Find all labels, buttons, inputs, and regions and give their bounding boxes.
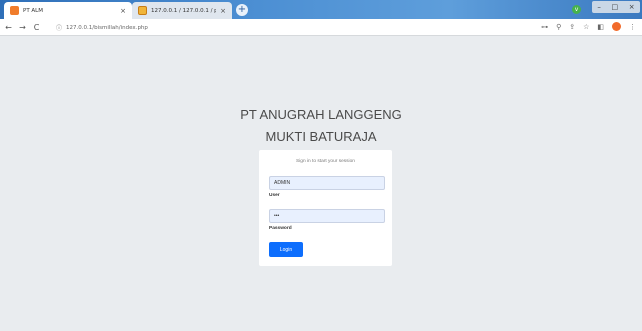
tab-phpmyadmin[interactable]: 127.0.0.1 / 127.0.0.1 / penjualan × bbox=[132, 2, 232, 19]
reload-icon[interactable]: C bbox=[31, 23, 42, 32]
login-button[interactable]: Login bbox=[269, 242, 303, 257]
close-window-icon[interactable]: × bbox=[629, 3, 635, 11]
menu-kebab-icon[interactable]: ⋮ bbox=[629, 23, 636, 31]
key-icon[interactable]: ⊶ bbox=[541, 23, 548, 31]
password-input[interactable] bbox=[269, 209, 385, 223]
login-card: Sign in to start your session User Passw… bbox=[259, 150, 392, 266]
window-controls: – □ × bbox=[592, 1, 640, 13]
browser-tab-strip: PT ALM × 127.0.0.1 / 127.0.0.1 / penjual… bbox=[0, 0, 642, 19]
tab-title: 127.0.0.1 / 127.0.0.1 / penjualan bbox=[151, 7, 216, 14]
username-input[interactable] bbox=[269, 176, 385, 190]
site-favicon-icon bbox=[10, 6, 19, 15]
tab-title: PT ALM bbox=[23, 7, 43, 14]
company-name-line-2: MUKTI BATURAJA bbox=[265, 129, 377, 144]
avatar[interactable] bbox=[612, 22, 621, 31]
login-message: Sign in to start your session bbox=[296, 159, 355, 164]
back-icon[interactable]: ← bbox=[3, 23, 14, 32]
company-name-line-1: PT ANUGRAH LANGGENG bbox=[240, 107, 402, 122]
address-bar[interactable]: ⓘ 127.0.0.1/bismillah/index.php bbox=[56, 22, 526, 33]
minimize-icon[interactable]: – bbox=[597, 3, 601, 11]
phpmyadmin-favicon-icon bbox=[138, 6, 147, 15]
zoom-icon[interactable]: ⚲ bbox=[556, 23, 561, 31]
toolbar-actions: ⊶ ⚲ ⇪ ☆ ◧ ⋮ bbox=[541, 22, 636, 31]
forward-icon[interactable]: → bbox=[17, 23, 28, 32]
profile-icon[interactable]: v bbox=[572, 5, 581, 14]
close-icon[interactable]: × bbox=[220, 7, 226, 15]
site-info-icon[interactable]: ⓘ bbox=[56, 23, 62, 32]
company-name: PT ANUGRAH LANGGENG MUKTI BATURAJA bbox=[0, 104, 642, 148]
side-panel-icon[interactable]: ◧ bbox=[597, 23, 604, 31]
browser-toolbar: ← → C ⓘ 127.0.0.1/bismillah/index.php ⊶ … bbox=[0, 19, 642, 36]
url-text[interactable]: 127.0.0.1/bismillah/index.php bbox=[66, 25, 148, 31]
password-label: Password bbox=[269, 226, 292, 231]
username-label: User bbox=[269, 193, 280, 198]
share-icon[interactable]: ⇪ bbox=[569, 23, 575, 31]
close-icon[interactable]: × bbox=[120, 7, 126, 15]
bookmark-star-icon[interactable]: ☆ bbox=[583, 23, 589, 31]
maximize-icon[interactable]: □ bbox=[611, 3, 618, 11]
tab-pt-alm[interactable]: PT ALM × bbox=[4, 2, 132, 19]
new-tab-button[interactable]: + bbox=[236, 4, 248, 16]
